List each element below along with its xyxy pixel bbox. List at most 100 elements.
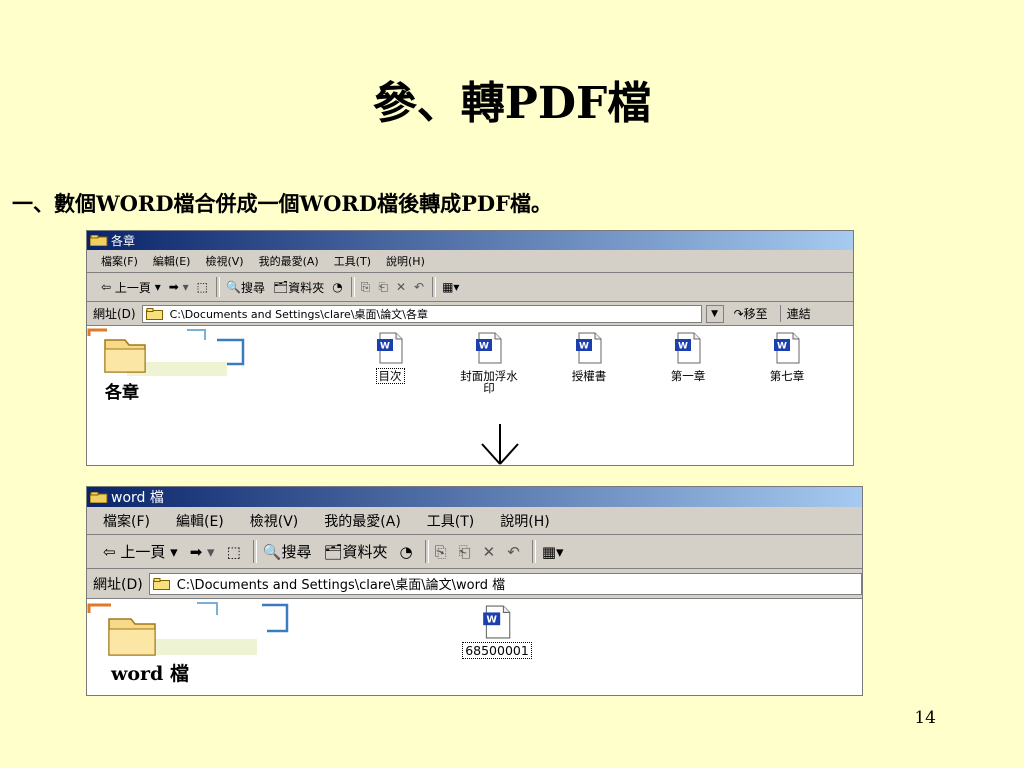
- svg-text:W: W: [380, 342, 390, 352]
- search-icon: 🔍: [262, 542, 282, 561]
- menu-view[interactable]: 檢視(V): [250, 511, 299, 531]
- window-title: word 檔: [111, 490, 164, 506]
- delete-icon: ✕: [482, 542, 496, 561]
- menu-tools[interactable]: 工具(T): [334, 253, 371, 269]
- file-name: 第一章: [670, 369, 706, 383]
- slide-subtitle: 一、數個WORD檔合併成一個WORD檔後轉成PDF檔。: [12, 191, 552, 216]
- copy-to-icon: ⎗: [458, 542, 471, 561]
- copy-to-icon: ⎗: [378, 279, 388, 294]
- folders-button[interactable]: 🗂 資料夾: [323, 541, 387, 562]
- word-document-icon: W: [476, 332, 502, 364]
- menu-edit[interactable]: 編輯(E): [153, 253, 191, 269]
- svg-text:W: W: [777, 342, 787, 352]
- copy-to-button[interactable]: ⎗: [459, 543, 471, 561]
- file-item[interactable]: W 封面加浮水印: [449, 332, 529, 394]
- folder-icon: [90, 235, 108, 246]
- file-item[interactable]: W 68500001: [452, 605, 542, 659]
- addressbar: 網址(D) C:\Documents and Settings\clare\桌面…: [87, 569, 862, 599]
- folders-label: 資料夾: [342, 543, 388, 561]
- go-label: 移至: [743, 307, 768, 321]
- folder-banner: [87, 328, 245, 376]
- back-arrow-icon: ⇦: [103, 542, 116, 561]
- delete-button[interactable]: ✕: [396, 280, 406, 294]
- go-arrow-icon: ↷: [733, 307, 744, 321]
- views-icon: ▦▾: [442, 280, 460, 294]
- file-item[interactable]: W 授權書: [549, 332, 629, 382]
- file-item[interactable]: W 目次: [350, 332, 430, 384]
- views-button[interactable]: ▦▾: [542, 543, 564, 561]
- address-dropdown-button[interactable]: ▼: [705, 304, 724, 323]
- address-label: 網址(D): [93, 576, 143, 593]
- address-value: C:\Documents and Settings\clare\桌面\論文\各章: [169, 307, 428, 321]
- svg-text:W: W: [678, 342, 688, 352]
- file-item[interactable]: W 第一章: [648, 332, 728, 382]
- forward-arrow-icon: ➡: [168, 280, 179, 294]
- folders-label: 資料夾: [288, 280, 325, 295]
- titlebar[interactable]: word 檔: [87, 487, 862, 507]
- back-arrow-icon: ⇦: [101, 280, 112, 294]
- undo-button[interactable]: ↶: [414, 280, 424, 294]
- move-to-button[interactable]: ⎘: [435, 543, 447, 561]
- links-button[interactable]: 連結: [779, 305, 811, 322]
- address-field[interactable]: C:\Documents and Settings\clare\桌面\論文\wo…: [148, 572, 862, 595]
- file-name: 目次: [375, 368, 405, 384]
- menu-help[interactable]: 說明(H): [386, 253, 425, 269]
- menu-favorites[interactable]: 我的最愛(A): [259, 253, 319, 269]
- move-to-button[interactable]: ⎘: [361, 280, 371, 295]
- svg-text:W: W: [579, 342, 589, 352]
- menu-favorites[interactable]: 我的最愛(A): [324, 511, 401, 531]
- folders-button[interactable]: 🗂 資料夾: [273, 279, 324, 296]
- folder-banner: [87, 602, 289, 656]
- move-to-icon: ⎘: [360, 279, 371, 294]
- history-button[interactable]: ◔: [332, 280, 342, 294]
- folder-icon: [152, 577, 170, 590]
- menu-edit[interactable]: 編輯(E): [176, 511, 224, 531]
- search-label: 搜尋: [281, 543, 312, 561]
- back-button[interactable]: ⇦ 上一頁 ▾: [101, 279, 161, 296]
- back-label: 上一頁: [120, 543, 166, 561]
- address-field[interactable]: C:\Documents and Settings\clare\桌面\論文\各章: [141, 304, 702, 323]
- undo-icon: ↶: [507, 542, 520, 561]
- addressbar: 網址(D) C:\Documents and Settings\clare\桌面…: [87, 302, 853, 326]
- search-button[interactable]: 🔍 搜尋: [263, 541, 312, 562]
- file-name: 第七章: [769, 369, 805, 383]
- file-item[interactable]: W 第七章: [747, 332, 827, 382]
- undo-button[interactable]: ↶: [507, 543, 520, 561]
- forward-arrow-icon: ➡: [189, 542, 203, 561]
- back-button[interactable]: ⇦ 上一頁 ▾: [103, 541, 178, 562]
- go-button[interactable]: ↷移至: [734, 305, 768, 322]
- delete-icon: ✕: [395, 280, 406, 294]
- menubar: 檔案(F) 編輯(E) 檢視(V) 我的最愛(A) 工具(T) 說明(H): [87, 507, 862, 535]
- history-icon: ◔: [399, 542, 413, 561]
- back-label: 上一頁: [114, 280, 151, 295]
- history-button[interactable]: ◔: [400, 543, 413, 561]
- views-button[interactable]: ▦▾: [442, 280, 459, 294]
- menu-view[interactable]: 檢視(V): [205, 253, 243, 269]
- titlebar[interactable]: 各章: [87, 231, 853, 250]
- svg-text:W: W: [479, 342, 489, 352]
- search-label: 搜尋: [240, 280, 265, 295]
- copy-to-button[interactable]: ⎗: [378, 280, 388, 295]
- views-icon: ▦▾: [541, 542, 564, 561]
- menu-tools[interactable]: 工具(T): [427, 511, 474, 531]
- delete-button[interactable]: ✕: [483, 543, 496, 561]
- folders-icon: 🗂: [323, 542, 343, 561]
- up-folder-button[interactable]: ⬚: [197, 280, 208, 294]
- search-button[interactable]: 🔍 搜尋: [226, 279, 265, 296]
- menubar: 檔案(F) 編輯(E) 檢視(V) 我的最愛(A) 工具(T) 說明(H): [87, 250, 853, 273]
- word-document-icon: W: [483, 605, 511, 639]
- menu-file[interactable]: 檔案(F): [103, 511, 150, 531]
- forward-button[interactable]: ➡ ▾: [169, 280, 189, 294]
- forward-button[interactable]: ➡ ▾: [190, 543, 215, 561]
- word-document-icon: W: [675, 332, 701, 364]
- window-title: 各章: [111, 234, 136, 248]
- folder-name: word 檔: [111, 663, 189, 685]
- undo-icon: ↶: [414, 280, 425, 294]
- menu-help[interactable]: 說明(H): [500, 511, 549, 531]
- toolbar: ⇦ 上一頁 ▾ ➡ ▾ ⬚ 🔍 搜尋 🗂 資料夾 ◔ ⎘ ⎗ ✕ ↶ ▦▾: [87, 535, 862, 569]
- word-document-icon: W: [774, 332, 800, 364]
- file-name: 封面加浮水印: [460, 369, 518, 395]
- up-folder-button[interactable]: ⬚: [227, 543, 241, 561]
- menu-file[interactable]: 檔案(F): [101, 253, 138, 269]
- folder-name: 各章: [105, 383, 139, 403]
